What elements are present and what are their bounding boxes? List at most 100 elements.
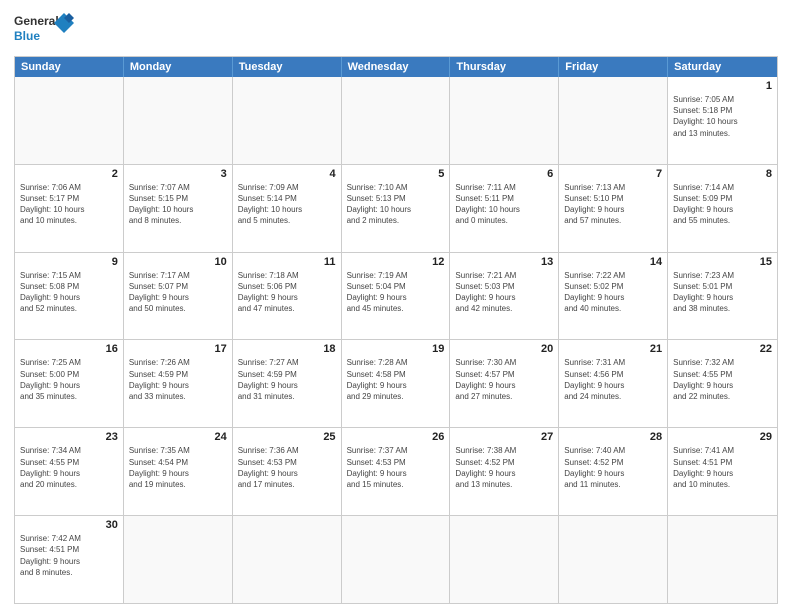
- weekday-header: Monday: [124, 57, 233, 77]
- day-info: Sunrise: 7:23 AM Sunset: 5:01 PM Dayligh…: [673, 270, 772, 315]
- day-info: Sunrise: 7:34 AM Sunset: 4:55 PM Dayligh…: [20, 445, 118, 490]
- day-number: 18: [238, 343, 336, 355]
- day-number: 7: [564, 168, 662, 180]
- day-info: Sunrise: 7:15 AM Sunset: 5:08 PM Dayligh…: [20, 270, 118, 315]
- day-info: Sunrise: 7:38 AM Sunset: 4:52 PM Dayligh…: [455, 445, 553, 490]
- day-number: 24: [129, 431, 227, 443]
- day-number: 6: [455, 168, 553, 180]
- empty-cell: [342, 77, 451, 164]
- calendar-day-cell: 17Sunrise: 7:26 AM Sunset: 4:59 PM Dayli…: [124, 340, 233, 427]
- day-info: Sunrise: 7:22 AM Sunset: 5:02 PM Dayligh…: [564, 270, 662, 315]
- day-info: Sunrise: 7:06 AM Sunset: 5:17 PM Dayligh…: [20, 182, 118, 227]
- logo: General Blue: [14, 10, 74, 50]
- calendar-row: 9 Sunrise: 7:15 AM Sunset: 5:08 PM Daylig…: [15, 252, 777, 340]
- day-info: Sunrise: 7:11 AM Sunset: 5:11 PM Dayligh…: [455, 182, 553, 227]
- day-number: 22: [673, 343, 772, 355]
- day-number: 30: [20, 519, 118, 531]
- calendar-day-cell: 13 Sunrise: 7:21 AM Sunset: 5:03 PM Dayli…: [450, 253, 559, 340]
- calendar-day-cell: 23 Sunrise: 7:34 AM Sunset: 4:55 PM Dayli…: [15, 428, 124, 515]
- day-number: 11: [238, 256, 336, 268]
- calendar-day-cell: 16 Sunrise: 7:25 AM Sunset: 5:00 PM Dayli…: [15, 340, 124, 427]
- calendar-day-cell: 8Sunrise: 7:14 AM Sunset: 5:09 PM Daylig…: [668, 165, 777, 252]
- day-number: 20: [455, 343, 553, 355]
- day-info: Sunrise: 7:10 AM Sunset: 5:13 PM Dayligh…: [347, 182, 445, 227]
- day-number: 8: [673, 168, 772, 180]
- day-number: 16: [20, 343, 118, 355]
- day-info: Sunrise: 7:42 AM Sunset: 4:51 PM Dayligh…: [20, 533, 118, 578]
- calendar-row: 1Sunrise: 7:05 AM Sunset: 5:18 PM Daylig…: [15, 77, 777, 164]
- calendar-day-cell: 10Sunrise: 7:17 AM Sunset: 5:07 PM Dayli…: [124, 253, 233, 340]
- calendar-day-cell: 3Sunrise: 7:07 AM Sunset: 5:15 PM Daylig…: [124, 165, 233, 252]
- day-number: 5: [347, 168, 445, 180]
- day-info: Sunrise: 7:26 AM Sunset: 4:59 PM Dayligh…: [129, 357, 227, 402]
- day-number: 12: [347, 256, 445, 268]
- day-info: Sunrise: 7:21 AM Sunset: 5:03 PM Dayligh…: [455, 270, 553, 315]
- calendar-day-cell: 11 Sunrise: 7:18 AM Sunset: 5:06 PM Dayli…: [233, 253, 342, 340]
- calendar-day-cell: 19Sunrise: 7:28 AM Sunset: 4:58 PM Dayli…: [342, 340, 451, 427]
- calendar-day-cell: 9 Sunrise: 7:15 AM Sunset: 5:08 PM Daylig…: [15, 253, 124, 340]
- empty-cell: [559, 516, 668, 603]
- calendar: SundayMondayTuesdayWednesdayThursdayFrid…: [14, 56, 778, 604]
- day-number: 15: [673, 256, 772, 268]
- weekday-header: Saturday: [668, 57, 777, 77]
- day-info: Sunrise: 7:36 AM Sunset: 4:53 PM Dayligh…: [238, 445, 336, 490]
- day-number: 2: [20, 168, 118, 180]
- day-number: 13: [455, 256, 553, 268]
- calendar-row: 2 Sunrise: 7:06 AM Sunset: 5:17 PM Daylig…: [15, 164, 777, 252]
- day-number: 23: [20, 431, 118, 443]
- calendar-day-cell: 26Sunrise: 7:37 AM Sunset: 4:53 PM Dayli…: [342, 428, 451, 515]
- calendar-day-cell: 12 Sunrise: 7:19 AM Sunset: 5:04 PM Dayli…: [342, 253, 451, 340]
- day-number: 28: [564, 431, 662, 443]
- day-number: 10: [129, 256, 227, 268]
- header: General Blue: [14, 10, 778, 50]
- calendar-header: SundayMondayTuesdayWednesdayThursdayFrid…: [15, 57, 777, 77]
- calendar-body: 1Sunrise: 7:05 AM Sunset: 5:18 PM Daylig…: [15, 77, 777, 603]
- empty-cell: [124, 516, 233, 603]
- empty-cell: [124, 77, 233, 164]
- empty-cell: [450, 77, 559, 164]
- day-info: Sunrise: 7:25 AM Sunset: 5:00 PM Dayligh…: [20, 357, 118, 402]
- page: General Blue SundayMondayTuesdayWednesda…: [0, 0, 792, 612]
- day-number: 9: [20, 256, 118, 268]
- day-info: Sunrise: 7:07 AM Sunset: 5:15 PM Dayligh…: [129, 182, 227, 227]
- weekday-header: Wednesday: [342, 57, 451, 77]
- day-info: Sunrise: 7:09 AM Sunset: 5:14 PM Dayligh…: [238, 182, 336, 227]
- day-info: Sunrise: 7:30 AM Sunset: 4:57 PM Dayligh…: [455, 357, 553, 402]
- weekday-header: Tuesday: [233, 57, 342, 77]
- logo-svg: General Blue: [14, 10, 74, 50]
- day-info: Sunrise: 7:32 AM Sunset: 4:55 PM Dayligh…: [673, 357, 772, 402]
- calendar-day-cell: 1Sunrise: 7:05 AM Sunset: 5:18 PM Daylig…: [668, 77, 777, 164]
- day-info: Sunrise: 7:18 AM Sunset: 5:06 PM Dayligh…: [238, 270, 336, 315]
- day-info: Sunrise: 7:41 AM Sunset: 4:51 PM Dayligh…: [673, 445, 772, 490]
- day-info: Sunrise: 7:35 AM Sunset: 4:54 PM Dayligh…: [129, 445, 227, 490]
- weekday-header: Sunday: [15, 57, 124, 77]
- day-number: 1: [673, 80, 772, 92]
- day-info: Sunrise: 7:31 AM Sunset: 4:56 PM Dayligh…: [564, 357, 662, 402]
- calendar-day-cell: 14 Sunrise: 7:22 AM Sunset: 5:02 PM Dayli…: [559, 253, 668, 340]
- empty-cell: [233, 77, 342, 164]
- day-number: 14: [564, 256, 662, 268]
- empty-cell: [450, 516, 559, 603]
- weekday-header: Friday: [559, 57, 668, 77]
- calendar-day-cell: 6 Sunrise: 7:11 AM Sunset: 5:11 PM Daylig…: [450, 165, 559, 252]
- calendar-row: 16 Sunrise: 7:25 AM Sunset: 5:00 PM Dayli…: [15, 339, 777, 427]
- day-number: 19: [347, 343, 445, 355]
- weekday-header: Thursday: [450, 57, 559, 77]
- svg-text:Blue: Blue: [14, 29, 40, 43]
- empty-cell: [233, 516, 342, 603]
- calendar-day-cell: 30 Sunrise: 7:42 AM Sunset: 4:51 PM Dayli…: [15, 516, 124, 603]
- day-info: Sunrise: 7:13 AM Sunset: 5:10 PM Dayligh…: [564, 182, 662, 227]
- calendar-day-cell: 28Sunrise: 7:40 AM Sunset: 4:52 PM Dayli…: [559, 428, 668, 515]
- day-number: 21: [564, 343, 662, 355]
- empty-cell: [559, 77, 668, 164]
- day-number: 25: [238, 431, 336, 443]
- calendar-row: 23 Sunrise: 7:34 AM Sunset: 4:55 PM Dayli…: [15, 427, 777, 515]
- day-number: 27: [455, 431, 553, 443]
- empty-cell: [668, 516, 777, 603]
- calendar-day-cell: 25 Sunrise: 7:36 AM Sunset: 4:53 PM Dayli…: [233, 428, 342, 515]
- calendar-day-cell: 4Sunrise: 7:09 AM Sunset: 5:14 PM Daylig…: [233, 165, 342, 252]
- calendar-day-cell: 2 Sunrise: 7:06 AM Sunset: 5:17 PM Daylig…: [15, 165, 124, 252]
- day-info: Sunrise: 7:19 AM Sunset: 5:04 PM Dayligh…: [347, 270, 445, 315]
- day-info: Sunrise: 7:37 AM Sunset: 4:53 PM Dayligh…: [347, 445, 445, 490]
- day-number: 29: [673, 431, 772, 443]
